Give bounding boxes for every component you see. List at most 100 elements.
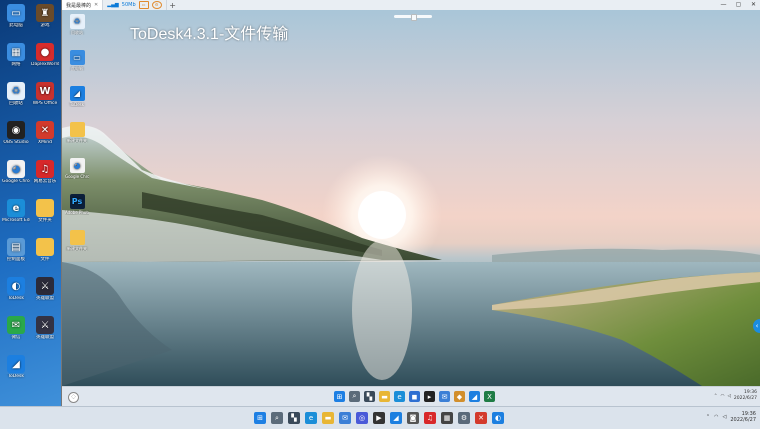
todesk-remote-window[interactable]: 我是最棒的 ✕ ▂▄▆ 50Mb ▭ ⚙ + — ▢ ✕ ToDesk4.3.1… xyxy=(61,0,760,407)
chevron-left-icon[interactable]: ‹ xyxy=(753,319,760,333)
chevron-up-icon[interactable]: ⌃ xyxy=(714,394,718,399)
todesk-icon: ◐ xyxy=(7,277,25,295)
obs-icon: ◉ xyxy=(7,121,25,139)
desktop-icon[interactable]: ✕ XMind xyxy=(31,121,59,145)
todesk-icon[interactable]: ◐ xyxy=(492,412,504,424)
wifi-icon[interactable]: ◠ xyxy=(721,394,725,399)
desktop-icon[interactable]: ◢ ToDesk xyxy=(2,355,30,379)
edge-icon: e xyxy=(7,199,25,217)
desktop-icon-label: WPS Office xyxy=(32,101,58,106)
terminal-icon[interactable]: ▸ xyxy=(424,391,435,402)
app-icon[interactable]: ◎ xyxy=(356,412,368,424)
photo-icon[interactable]: ◙ xyxy=(407,412,419,424)
desktop-icon[interactable]: ✉ 微信 xyxy=(2,316,30,340)
desktop-icon[interactable]: ⚔ 英雄联盟 xyxy=(31,277,59,301)
remote-screen[interactable]: ToDesk4.3.1-文件传输 ♻ 回收站 ▭ 此电脑 ◢ ToDesk 新建文件夹 ◕ Go… xyxy=(62,10,760,386)
remote-taskbar: ◌ ⊞ ⌕ ▚ ▬ e ◼ ▸ ✉ ◆ ◢ X ⌃ ◠ ◁ 19:36 2022/6/27 xyxy=(62,386,760,407)
todesk-icon[interactable]: ◢ xyxy=(469,391,480,402)
desktop-icon[interactable]: eMicrosoft Edge xyxy=(2,199,30,223)
app-icon[interactable]: ◆ xyxy=(454,391,465,402)
close-icon[interactable]: ✕ xyxy=(94,2,98,8)
remote-desktop-icon[interactable]: ♻ 回收站 xyxy=(65,14,89,35)
remote-desktop-icon[interactable]: ▭ 此电脑 xyxy=(65,50,89,71)
music-icon: ♫ xyxy=(36,160,54,178)
desktop-icon[interactable]: ▦ 网络 xyxy=(2,43,30,67)
tab-remote-session[interactable]: 我是最棒的 ✕ xyxy=(62,0,104,10)
settings-icon[interactable]: ⚙ xyxy=(458,412,470,424)
file-explorer-icon[interactable]: ▬ xyxy=(379,391,390,402)
local-desktop-icons: ▭ 此电脑 ♜ 游戏 ▦ 网络 ● DaplexWorld ♻ 回收站 W WPS Office ◉ OB… xyxy=(0,0,60,406)
edge-icon[interactable]: e xyxy=(394,391,405,402)
desktop-icon[interactable]: ◉ OBS Studio xyxy=(2,121,30,145)
screen-icon[interactable]: ▭ xyxy=(138,1,149,9)
edge-icon[interactable]: e xyxy=(305,412,317,424)
desktop-icon[interactable]: ♫ 网易云音乐 xyxy=(31,160,59,184)
game-icon: ⚔ xyxy=(36,316,54,334)
todesk-icon: ◢ xyxy=(7,355,25,373)
tab-speed[interactable]: ▂▄▆ 50Mb ▭ ⚙ xyxy=(103,0,167,10)
task-view-icon[interactable]: ▚ xyxy=(364,391,375,402)
remote-taskbar-apps: ⊞ ⌕ ▚ ▬ e ◼ ▸ ✉ ◆ ◢ X xyxy=(334,391,495,402)
remote-desktop-icon-label: 此电脑 xyxy=(71,66,83,71)
desktop-icon[interactable]: ♜ 游戏 xyxy=(31,4,59,28)
add-tab-button[interactable]: + xyxy=(167,1,179,10)
folder-icon xyxy=(69,230,85,245)
file-explorer-icon[interactable]: ▬ xyxy=(322,412,334,424)
local-date: 2022/6/27 xyxy=(730,417,756,423)
maximize-button[interactable]: ▢ xyxy=(731,0,746,10)
minimize-button[interactable]: — xyxy=(716,0,731,10)
app-icon: ● xyxy=(36,43,54,61)
desktop-icon[interactable]: 文件夹 xyxy=(31,199,59,223)
desktop-icon-label: Google Chrome xyxy=(2,179,30,184)
search-icon[interactable]: ⌕ xyxy=(271,412,283,424)
local-clock[interactable]: 19:36 2022/6/27 xyxy=(730,411,756,423)
remote-clock[interactable]: 19:36 2022/6/27 xyxy=(734,390,757,402)
desktop-icon[interactable]: 文件 xyxy=(31,238,59,262)
volume-icon[interactable]: ◁ xyxy=(723,414,727,420)
remote-desktop-icon[interactable]: ◢ ToDesk xyxy=(65,86,89,107)
desktop-icon[interactable]: ● DaplexWorld xyxy=(31,43,59,67)
remote-desktop-icon-label: Adobe Photoshop xyxy=(65,210,89,215)
volume-icon[interactable]: ◁ xyxy=(727,394,730,399)
desktop-icon[interactable]: ◐ ToDesk xyxy=(2,277,30,301)
start-button[interactable]: ⊞ xyxy=(334,391,345,402)
remote-desktop-icon[interactable]: 新建文件夹 xyxy=(65,122,89,143)
wifi-icon[interactable]: ◠ xyxy=(714,414,718,420)
remote-desktop-icon[interactable]: PsAdobe Photoshop xyxy=(65,194,89,215)
calculator-icon[interactable]: ▦ xyxy=(441,412,453,424)
desktop-icon[interactable]: ▤ 控制面板 xyxy=(2,238,30,262)
task-view-icon[interactable]: ▚ xyxy=(288,412,300,424)
desktop-icon[interactable]: ▭ 此电脑 xyxy=(2,4,30,28)
desktop-icon[interactable]: ♻ 回收站 xyxy=(2,82,30,106)
media-player-icon[interactable]: ▶ xyxy=(373,412,385,424)
desktop-icon-label: 控制面板 xyxy=(7,257,25,262)
toolbar-drag-handle[interactable] xyxy=(394,14,432,21)
desktop-icon-label: 游戏 xyxy=(40,23,50,28)
desktop-icon[interactable]: ◕Google Chrome xyxy=(2,160,30,184)
remote-desktop-icon-label: 新建文件夹 xyxy=(67,246,87,251)
remote-date: 2022/6/27 xyxy=(733,396,757,401)
remote-widgets-icon[interactable]: ◌ xyxy=(68,392,79,403)
chevron-up-icon[interactable]: ⌃ xyxy=(706,414,710,420)
xmind-icon[interactable]: ✕ xyxy=(475,412,487,424)
music-icon[interactable]: ♫ xyxy=(424,412,436,424)
remote-desktop-icon[interactable]: 新建文件夹 xyxy=(65,230,89,251)
chrome-icon: ◕ xyxy=(69,158,85,173)
mail-icon[interactable]: ✉ xyxy=(439,391,450,402)
search-icon[interactable]: ⌕ xyxy=(349,391,360,402)
store-icon[interactable]: ◼ xyxy=(409,391,420,402)
todesk-icon: ◢ xyxy=(69,86,85,101)
game-icon: ♜ xyxy=(36,4,54,22)
start-button[interactable]: ⊞ xyxy=(254,412,266,424)
game-icon: ⚔ xyxy=(36,277,54,295)
close-button[interactable]: ✕ xyxy=(746,0,760,10)
excel-icon[interactable]: X xyxy=(484,391,495,402)
wallpaper xyxy=(62,125,760,386)
desktop-icon[interactable]: ⚔ 英雄联盟 xyxy=(31,316,59,340)
remote-desktop-icon[interactable]: ◕Google Chrome xyxy=(65,158,89,179)
settings-icon[interactable]: ⚙ xyxy=(151,1,162,9)
desktop-icon[interactable]: W WPS Office xyxy=(31,82,59,106)
todesk-icon[interactable]: ◢ xyxy=(390,412,402,424)
mail-icon[interactable]: ✉ xyxy=(339,412,351,424)
video-title-overlay: ToDesk4.3.1-文件传输 xyxy=(130,26,289,43)
